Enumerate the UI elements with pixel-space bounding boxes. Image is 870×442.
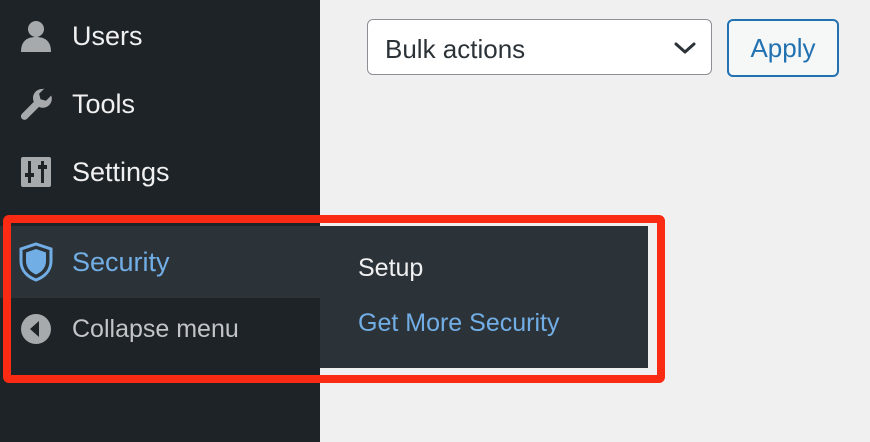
- shield-icon: [18, 242, 54, 282]
- user-icon: [18, 18, 54, 54]
- submenu-item-setup[interactable]: Setup: [358, 254, 423, 283]
- wrench-icon: [18, 86, 54, 122]
- bulk-actions-value: Bulk actions: [385, 34, 526, 64]
- sidebar-item-users[interactable]: Users: [0, 6, 320, 66]
- apply-button[interactable]: Apply: [727, 19, 839, 77]
- sidebar-item-tools[interactable]: Tools: [0, 74, 320, 134]
- security-submenu: [320, 226, 648, 368]
- sidebar-item-label: Security: [72, 246, 170, 277]
- collapse-arrow-icon: [18, 311, 54, 347]
- sidebar-item-label: Settings: [72, 156, 170, 187]
- sliders-icon: [18, 154, 54, 190]
- sidebar-item-label: Users: [72, 20, 143, 51]
- submenu-item-get-more-security[interactable]: Get More Security: [358, 309, 559, 338]
- bulk-actions-select[interactable]: Bulk actions: [367, 19, 712, 75]
- sidebar-item-security[interactable]: Security: [0, 226, 320, 298]
- sidebar-item-label: Tools: [72, 88, 136, 119]
- admin-sidebar: Users Tools Settings Security Collapse m…: [0, 0, 320, 442]
- sidebar-item-settings[interactable]: Settings: [0, 142, 320, 202]
- collapse-menu-label: Collapse menu: [72, 314, 239, 343]
- chevron-down-icon: [673, 38, 697, 58]
- collapse-menu-button[interactable]: Collapse menu: [0, 298, 320, 360]
- flyout-pointer: [306, 250, 320, 278]
